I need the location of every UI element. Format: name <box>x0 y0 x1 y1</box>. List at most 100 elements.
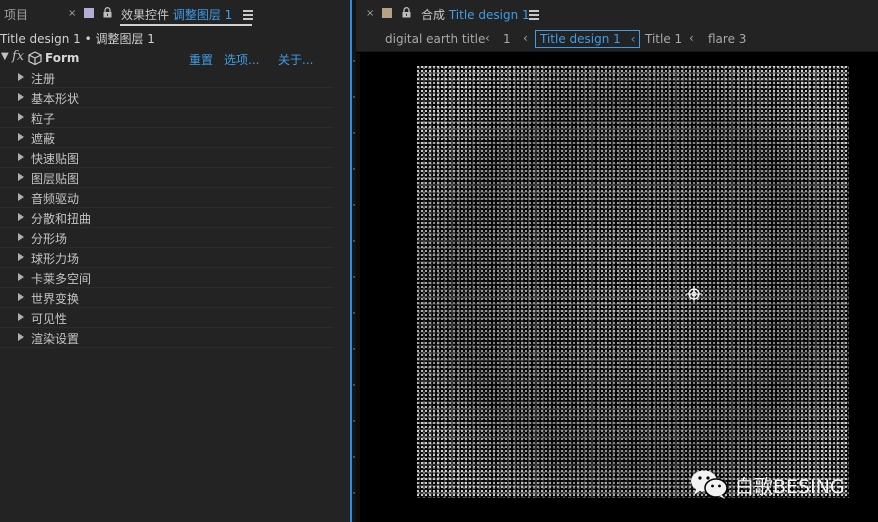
property-group-label: 注册 <box>31 72 56 86</box>
composition-panel: × 合成 Title design 1 digital earth title … <box>356 0 878 522</box>
triangle-right-icon[interactable] <box>18 73 24 81</box>
property-group-row[interactable]: 注册 <box>0 68 334 88</box>
triangle-right-icon[interactable] <box>18 213 24 221</box>
about-link[interactable]: 关于... <box>278 51 313 68</box>
divider-grip <box>353 384 355 386</box>
hamburger-menu-icon[interactable] <box>529 10 539 22</box>
divider-grip <box>353 348 355 350</box>
triangle-down-icon[interactable]: ▼ <box>1 51 9 62</box>
property-group-row[interactable]: 卡莱多空间 <box>0 268 334 288</box>
triangle-right-icon[interactable] <box>18 173 24 181</box>
cube-icon <box>28 51 42 68</box>
effect-header-form[interactable]: ▼ fx Form 重置 选项... 关于... <box>0 49 334 68</box>
label-color-swatch[interactable] <box>84 8 94 18</box>
property-group-label: 卡莱多空间 <box>31 272 92 286</box>
divider-grip <box>353 132 355 134</box>
divider-grip <box>353 168 355 170</box>
property-group-row[interactable]: 分形场 <box>0 228 334 248</box>
property-group-row[interactable]: 图层贴图 <box>0 168 334 188</box>
property-group-label: 分形场 <box>31 232 68 246</box>
divider-grip <box>353 96 355 98</box>
triangle-right-icon[interactable] <box>18 273 24 281</box>
property-group-row[interactable]: 快速贴图 <box>0 148 334 168</box>
triangle-right-icon[interactable] <box>18 193 24 201</box>
breadcrumb-item[interactable]: Title 1 <box>645 32 682 46</box>
property-group-label: 可见性 <box>31 312 68 326</box>
divider-grip <box>353 240 355 242</box>
composition-breadcrumb: digital earth title ‹ 1 ‹ Title design 1… <box>356 28 878 52</box>
wechat-icon <box>691 470 728 499</box>
property-group-row[interactable]: 粒子 <box>0 108 334 128</box>
effect-name: Form <box>45 51 80 65</box>
triangle-right-icon[interactable] <box>18 313 24 321</box>
options-link[interactable]: 选项... <box>224 51 259 68</box>
label-color-swatch[interactable] <box>382 8 392 18</box>
tab-effect-controls-prefix: 效果控件 <box>121 8 170 22</box>
breadcrumb-separator-icon: ‹ <box>630 32 636 46</box>
divider-grip <box>353 60 355 62</box>
tab-effect-controls-layer: 调整图层 1 <box>172 8 233 22</box>
tab-composition-name: Title design 1 <box>448 8 530 22</box>
lock-icon[interactable] <box>402 7 411 21</box>
breadcrumb-separator-icon: ‹ <box>485 31 490 45</box>
triangle-right-icon[interactable] <box>18 253 24 261</box>
tab-composition-prefix: 合成 <box>421 8 446 22</box>
watermark-text: 白歌BESING <box>735 476 845 498</box>
property-group-label: 音频驱动 <box>31 192 80 206</box>
comp-render-canvas[interactable] <box>417 66 849 498</box>
particle-grid-render <box>417 66 849 498</box>
triangle-right-icon[interactable] <box>18 333 24 341</box>
property-group-row[interactable]: 可见性 <box>0 308 334 328</box>
breadcrumb-active-label: Title design 1 <box>540 32 621 46</box>
divider-grip <box>353 276 355 278</box>
breadcrumb-item[interactable]: flare 3 <box>708 32 746 46</box>
reset-link[interactable]: 重置 <box>189 51 213 68</box>
triangle-right-icon[interactable] <box>18 93 24 101</box>
close-icon[interactable]: × <box>366 8 374 19</box>
triangle-right-icon[interactable] <box>18 293 24 301</box>
triangle-right-icon[interactable] <box>18 133 24 141</box>
property-group-row[interactable]: 球形力场 <box>0 248 334 268</box>
property-group-row[interactable]: 渲染设置 <box>0 328 334 348</box>
breadcrumb-separator-icon: ‹ <box>523 31 528 45</box>
layer-path-label: Title design 1 • 调整图层 1 <box>0 32 155 46</box>
divider-grip <box>353 492 355 494</box>
property-group-label: 渲染设置 <box>31 332 80 346</box>
property-group-row[interactable]: 音频驱动 <box>0 188 334 208</box>
property-group-label: 遮蔽 <box>31 132 56 146</box>
breadcrumb-item[interactable]: digital earth title <box>385 32 485 46</box>
triangle-right-icon[interactable] <box>18 153 24 161</box>
tab-project[interactable]: 项目 <box>4 6 28 23</box>
tab-composition[interactable]: 合成 Title design 1 <box>421 6 530 23</box>
property-group-label: 基本形状 <box>31 92 80 106</box>
composition-tab-bar: × 合成 Title design 1 <box>356 0 878 28</box>
viewer-edge <box>356 53 360 522</box>
property-group-row[interactable]: 基本形状 <box>0 88 334 108</box>
divider-grip <box>353 204 355 206</box>
divider-grip <box>353 456 355 458</box>
fx-toggle-icon[interactable]: fx <box>12 49 24 64</box>
left-tab-bar: 项目 × 效果控件 调整图层 1 <box>0 0 350 28</box>
anchor-point-icon[interactable] <box>686 286 702 302</box>
tab-effect-controls[interactable]: 效果控件 调整图层 1 <box>121 6 232 23</box>
effect-property-list: 注册基本形状粒子遮蔽快速贴图图层贴图音频驱动分散和扭曲分形场球形力场卡莱多空间世… <box>0 68 334 348</box>
hamburger-menu-icon[interactable] <box>243 10 253 22</box>
lock-icon[interactable] <box>103 7 112 21</box>
property-group-row[interactable]: 世界变换 <box>0 288 334 308</box>
effect-controls-panel: 项目 × 效果控件 调整图层 1 Title design 1 • 调整图层 1… <box>0 0 352 522</box>
divider-grip <box>353 312 355 314</box>
property-group-label: 世界变换 <box>31 292 80 306</box>
breadcrumb-separator-icon: ‹ <box>689 31 694 45</box>
close-icon[interactable]: × <box>68 8 76 19</box>
triangle-right-icon[interactable] <box>18 233 24 241</box>
breadcrumb-item[interactable]: 1 <box>503 32 511 46</box>
active-tab-underline <box>120 24 252 26</box>
composition-viewer[interactable]: 白歌BESING <box>356 53 878 522</box>
divider-grip <box>353 420 355 422</box>
property-group-label: 快速贴图 <box>31 152 80 166</box>
property-group-row[interactable]: 遮蔽 <box>0 128 334 148</box>
property-group-row[interactable]: 分散和扭曲 <box>0 208 334 228</box>
triangle-right-icon[interactable] <box>18 113 24 121</box>
property-group-label: 球形力场 <box>31 252 80 266</box>
breadcrumb-item-active[interactable]: Title design 1 ‹ <box>535 30 641 48</box>
